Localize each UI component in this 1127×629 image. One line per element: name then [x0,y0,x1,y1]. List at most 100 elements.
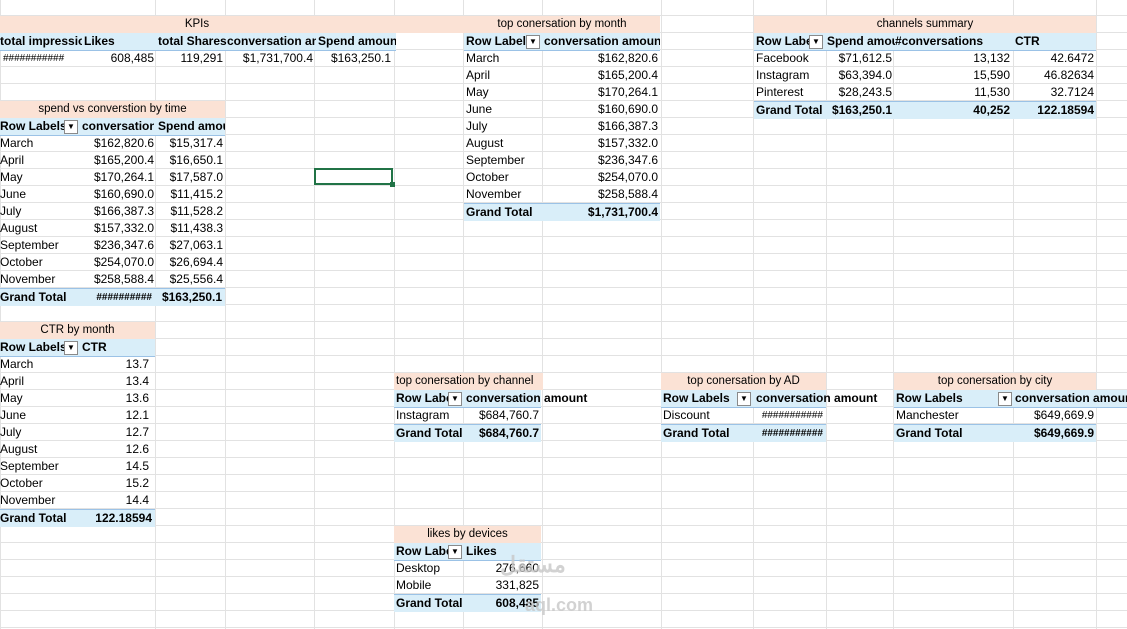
row-spend[interactable]: $25,556.4 [156,271,223,288]
row-ctr[interactable]: 12.6 [82,441,149,458]
row-ctr[interactable]: 14.4 [82,492,149,509]
row-conversation[interactable]: $170,264.1 [560,84,658,101]
channel-value[interactable]: $684,760.7 [466,407,539,424]
row-label[interactable]: May [466,84,556,101]
kpi-header[interactable]: conversation am [227,33,316,50]
channel-conversations[interactable]: 15,590 [894,67,1010,84]
kpi-header[interactable]: Likes [84,33,115,50]
row-ctr[interactable]: 13.4 [82,373,149,390]
row-conversation[interactable]: $258,588.4 [82,271,154,288]
row-conversation[interactable]: $254,070.0 [82,254,154,271]
row-conversation[interactable]: $254,070.0 [560,169,658,186]
row-spend[interactable]: $27,063.1 [156,237,223,254]
row-conversation[interactable]: $157,332.0 [560,135,658,152]
row-label[interactable]: November [466,186,556,203]
filter-dropdown-icon[interactable]: ▼ [526,35,540,49]
row-conversation[interactable]: $165,200.4 [560,67,658,84]
row-conversation[interactable]: $162,820.6 [82,135,154,152]
row-label[interactable]: June [466,101,556,118]
device-label[interactable]: Mobile [396,577,462,594]
row-spend[interactable]: $11,438.3 [156,220,224,237]
row-label[interactable]: September [0,458,80,475]
row-conversation[interactable]: $236,347.6 [82,237,154,254]
channel-spend[interactable]: $28,243.5 [826,84,892,101]
city-label[interactable]: Manchester [896,407,1006,424]
row-label[interactable]: June [0,407,80,424]
row-label[interactable]: October [0,475,80,492]
kpi-header[interactable]: total impressio [0,33,82,50]
row-ctr[interactable]: 15.2 [82,475,149,492]
row-conversation[interactable]: $166,387.3 [82,203,154,220]
device-likes[interactable]: 331,825 [466,577,539,594]
row-label[interactable]: May [0,390,80,407]
row-conversation[interactable]: $166,387.3 [560,118,658,135]
channel-ctr[interactable]: 46.82634 [1014,67,1094,84]
row-ctr[interactable]: 12.7 [82,424,149,441]
row-label[interactable]: August [466,135,556,152]
row-label[interactable]: October [466,169,556,186]
kpi-value[interactable]: $163,250.1 [315,50,391,67]
row-label[interactable]: November [0,271,80,288]
row-label[interactable]: July [466,118,556,135]
channel-conversations[interactable]: 11,530 [894,84,1010,101]
row-spend[interactable]: $26,694.4 [156,254,223,271]
filter-dropdown-icon[interactable]: ▼ [64,341,78,355]
channel-label[interactable]: Instagram [396,407,456,424]
row-conversation[interactable]: $157,332.0 [82,220,154,237]
row-conversation[interactable]: $165,200.4 [82,152,154,169]
row-label[interactable]: March [466,50,556,67]
city-value[interactable]: $649,669.9 [1016,407,1094,424]
kpi-value[interactable]: 608,485 [82,50,154,67]
row-ctr[interactable]: 13.7 [82,356,149,373]
channel-label[interactable]: Instagram [756,67,826,84]
row-conversation[interactable]: $162,820.6 [560,50,658,67]
row-label[interactable]: April [466,67,556,84]
row-label[interactable]: April [0,373,80,390]
kpi-header[interactable]: total Shares [158,33,227,50]
row-label[interactable]: August [0,220,80,237]
row-label[interactable]: July [0,424,80,441]
filter-dropdown-icon[interactable]: ▼ [809,35,823,49]
row-ctr[interactable]: 13.6 [82,390,149,407]
row-ctr[interactable]: 14.5 [82,458,149,475]
kpi-value[interactable]: ########### [3,50,79,67]
kpi-value[interactable]: $1,731,700.4 [226,50,313,67]
kpi-header[interactable]: Spend amount [318,33,396,50]
ad-label[interactable]: Discount [663,407,743,424]
row-spend[interactable]: $17,587.0 [156,169,223,186]
row-label[interactable]: March [0,356,80,373]
channel-spend[interactable]: $63,394.0 [826,67,892,84]
row-label[interactable]: March [0,135,80,152]
channel-label[interactable]: Pinterest [756,84,826,101]
row-conversation[interactable]: $160,690.0 [560,101,658,118]
row-conversation[interactable]: $258,588.4 [560,186,658,203]
row-spend[interactable]: $11,528.2 [156,203,224,220]
filter-active-icon[interactable]: ▼ [737,392,751,406]
row-label[interactable]: April [0,152,80,169]
channel-ctr[interactable]: 42.6472 [1014,50,1094,67]
row-label[interactable]: October [0,254,80,271]
channel-label[interactable]: Facebook [756,50,826,67]
row-spend[interactable]: $15,317.4 [156,135,223,152]
filter-dropdown-icon[interactable]: ▼ [64,120,78,134]
device-label[interactable]: Desktop [396,560,462,577]
row-label[interactable]: July [0,203,80,220]
row-ctr[interactable]: 12.1 [82,407,149,424]
row-conversation[interactable]: $160,690.0 [82,186,154,203]
row-label[interactable]: September [0,237,80,254]
row-label[interactable]: November [0,492,80,509]
row-label[interactable]: September [466,152,556,169]
filter-active-icon[interactable]: ▼ [998,392,1012,406]
channel-spend[interactable]: $71,612.5 [826,50,892,67]
kpi-value[interactable]: 119,291 [156,50,224,67]
row-conversation[interactable]: $170,264.1 [82,169,154,186]
filter-dropdown-icon[interactable]: ▼ [448,545,462,559]
row-label[interactable]: June [0,186,80,203]
channel-ctr[interactable]: 32.7124 [1014,84,1094,101]
filter-active-icon[interactable]: ▼ [448,392,462,406]
selected-cell[interactable] [314,168,395,187]
channel-conversations[interactable]: 13,132 [894,50,1010,67]
row-label[interactable]: August [0,441,80,458]
row-spend[interactable]: $16,650.1 [156,152,223,169]
row-spend[interactable]: $11,415.2 [156,186,224,203]
